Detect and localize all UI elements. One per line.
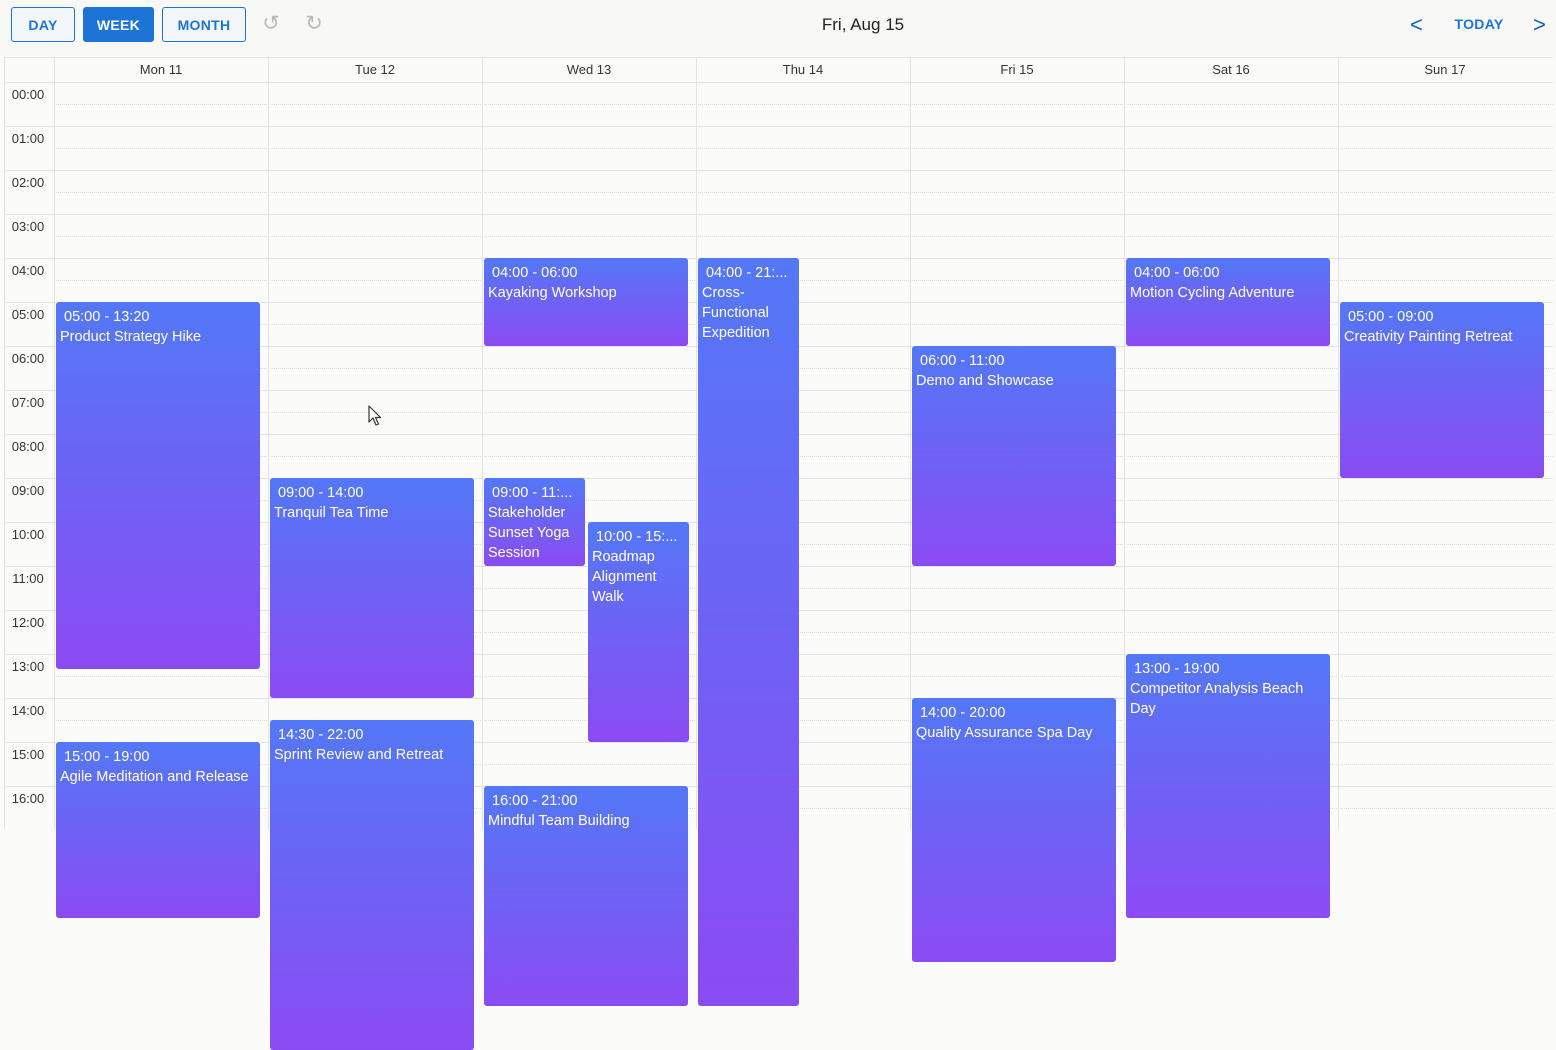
- half-hour-gridline: [54, 456, 1553, 457]
- day-header[interactable]: Sat 16: [1124, 58, 1338, 82]
- hour-label: 16:00: [11, 791, 45, 806]
- event-title: Cross-Functional Expedition: [702, 285, 770, 341]
- day-header[interactable]: Mon 11: [54, 58, 268, 82]
- undo-icon[interactable]: ↺: [260, 13, 282, 35]
- event-time: 09:00 - 14:00: [278, 485, 364, 501]
- hour-label: 15:00: [11, 747, 45, 762]
- mouse-cursor-icon: [368, 405, 382, 426]
- hour-label: 10:00: [11, 527, 45, 542]
- calendar-toolbar: DAY WEEK MONTH ↺ ↻ Fri, Aug 15 < TODAY >: [0, 0, 1556, 56]
- half-hour-gridline: [54, 104, 1553, 105]
- event-time: 14:30 - 22:00: [278, 727, 364, 743]
- next-week-button[interactable]: >: [1533, 12, 1546, 38]
- calendar-event[interactable]: 13:00 - 19:00 Competitor Analysis Beach D…: [1126, 654, 1330, 918]
- redo-icon[interactable]: ↻: [303, 13, 325, 35]
- event-title: Quality Assurance Spa Day: [916, 725, 1093, 741]
- event-title: Product Strategy Hike: [60, 329, 202, 345]
- hour-label: 09:00: [11, 483, 45, 498]
- event-time: 05:00 - 13:20: [64, 309, 150, 325]
- today-button[interactable]: TODAY: [1448, 16, 1510, 32]
- hour-gridline: [5, 126, 1553, 127]
- event-time: 16:00 - 21:00: [492, 793, 578, 809]
- event-title: Agile Meditation and Release: [60, 769, 249, 785]
- hour-label: 05:00: [11, 307, 45, 322]
- event-title: Stakeholder Sunset Yoga Session: [488, 505, 570, 561]
- half-hour-gridline: [54, 192, 1553, 193]
- calendar-event[interactable]: 04:00 - 06:00 Kayaking Workshop: [484, 258, 688, 346]
- hour-label: 14:00: [11, 703, 45, 718]
- day-header[interactable]: Wed 13: [482, 58, 696, 82]
- day-header[interactable]: Sun 17: [1338, 58, 1552, 82]
- day-header[interactable]: Thu 14: [696, 58, 910, 82]
- event-time: 14:00 - 20:00: [920, 705, 1006, 721]
- half-hour-gridline: [54, 412, 1553, 413]
- event-title: Roadmap Alignment Walk: [592, 549, 657, 605]
- hour-label: 01:00: [11, 131, 45, 146]
- day-column-divider: [1124, 58, 1125, 829]
- event-time: 09:00 - 11:...: [492, 485, 573, 501]
- hour-label: 00:00: [11, 87, 45, 102]
- hour-label: 07:00: [11, 395, 45, 410]
- event-time: 04:00 - 06:00: [1134, 265, 1220, 281]
- calendar-event[interactable]: 06:00 - 11:00 Demo and Showcase: [912, 346, 1116, 566]
- hour-label: 13:00: [11, 659, 45, 674]
- hour-gridline: [5, 170, 1553, 171]
- calendar-event[interactable]: 10:00 - 15:... Roadmap Alignment Walk: [588, 522, 689, 742]
- hour-label: 06:00: [11, 351, 45, 366]
- day-header[interactable]: Fri 15: [910, 58, 1124, 82]
- half-hour-gridline: [54, 148, 1553, 149]
- calendar-event[interactable]: 04:00 - 06:00 Motion Cycling Adventure: [1126, 258, 1330, 346]
- calendar-event[interactable]: 09:00 - 11:... Stakeholder Sunset Yoga Se…: [484, 478, 585, 566]
- event-time: 13:00 - 19:00: [1134, 661, 1220, 677]
- day-column-divider: [482, 58, 483, 829]
- day-column-divider: [910, 58, 911, 829]
- event-title: Kayaking Workshop: [488, 285, 617, 301]
- event-title: Mindful Team Building: [488, 813, 630, 829]
- day-column-divider: [54, 58, 55, 829]
- week-view-button[interactable]: WEEK: [83, 7, 154, 42]
- day-view-button[interactable]: DAY: [11, 7, 75, 42]
- hour-label: 11:00: [12, 571, 44, 586]
- previous-week-button[interactable]: <: [1410, 12, 1423, 38]
- half-hour-gridline: [54, 368, 1553, 369]
- event-title: Creativity Painting Retreat: [1344, 329, 1513, 345]
- calendar-event[interactable]: 09:00 - 14:00 Tranquil Tea Time: [270, 478, 474, 698]
- calendar-event[interactable]: 04:00 - 21:... Cross-Functional Expeditio…: [698, 258, 799, 1006]
- hour-label: 12:00: [11, 615, 45, 630]
- event-title: Competitor Analysis Beach Day: [1130, 681, 1304, 717]
- event-title: Tranquil Tea Time: [274, 505, 389, 521]
- event-time: 06:00 - 11:00: [920, 353, 1005, 369]
- event-time: 04:00 - 06:00: [492, 265, 578, 281]
- event-time: 10:00 - 15:...: [596, 529, 678, 545]
- month-view-button[interactable]: MONTH: [162, 7, 246, 42]
- calendar-event[interactable]: 14:30 - 22:00 Sprint Review and Retreat: [270, 720, 474, 1050]
- calendar-event[interactable]: 05:00 - 09:00 Creativity Painting Retreat: [1340, 302, 1544, 478]
- event-time: 05:00 - 09:00: [1348, 309, 1434, 325]
- day-header[interactable]: Tue 12: [268, 58, 482, 82]
- event-title: Demo and Showcase: [916, 373, 1054, 389]
- event-time: 04:00 - 21:...: [706, 265, 788, 281]
- hour-label: 04:00: [11, 263, 45, 278]
- calendar-event[interactable]: 05:00 - 13:20 Product Strategy Hike: [56, 302, 260, 669]
- current-date-title: Fri, Aug 15: [821, 15, 905, 34]
- hour-label: 02:00: [11, 175, 45, 190]
- hour-gridline: [5, 214, 1553, 215]
- week-grid[interactable]: 00:00 01:00 02:00 03:00 04:00 05:00 06:00 07:00…: [4, 57, 1553, 1050]
- day-column-divider: [268, 58, 269, 829]
- event-time: 15:00 - 19:00: [64, 749, 150, 765]
- calendar-event[interactable]: 16:00 - 21:00 Mindful Team Building: [484, 786, 688, 1006]
- hour-label: 08:00: [11, 439, 45, 454]
- hour-label: 03:00: [11, 219, 45, 234]
- calendar-event[interactable]: 14:00 - 20:00 Quality Assurance Spa Day: [912, 698, 1116, 962]
- calendar-event[interactable]: 15:00 - 19:00 Agile Meditation and Releas…: [56, 742, 260, 918]
- day-column-divider: [696, 58, 697, 829]
- day-column-divider: [1338, 58, 1339, 829]
- event-title: Motion Cycling Adventure: [1130, 285, 1295, 301]
- hour-gridline: [5, 82, 1553, 83]
- half-hour-gridline: [54, 236, 1553, 237]
- event-title: Sprint Review and Retreat: [274, 747, 444, 763]
